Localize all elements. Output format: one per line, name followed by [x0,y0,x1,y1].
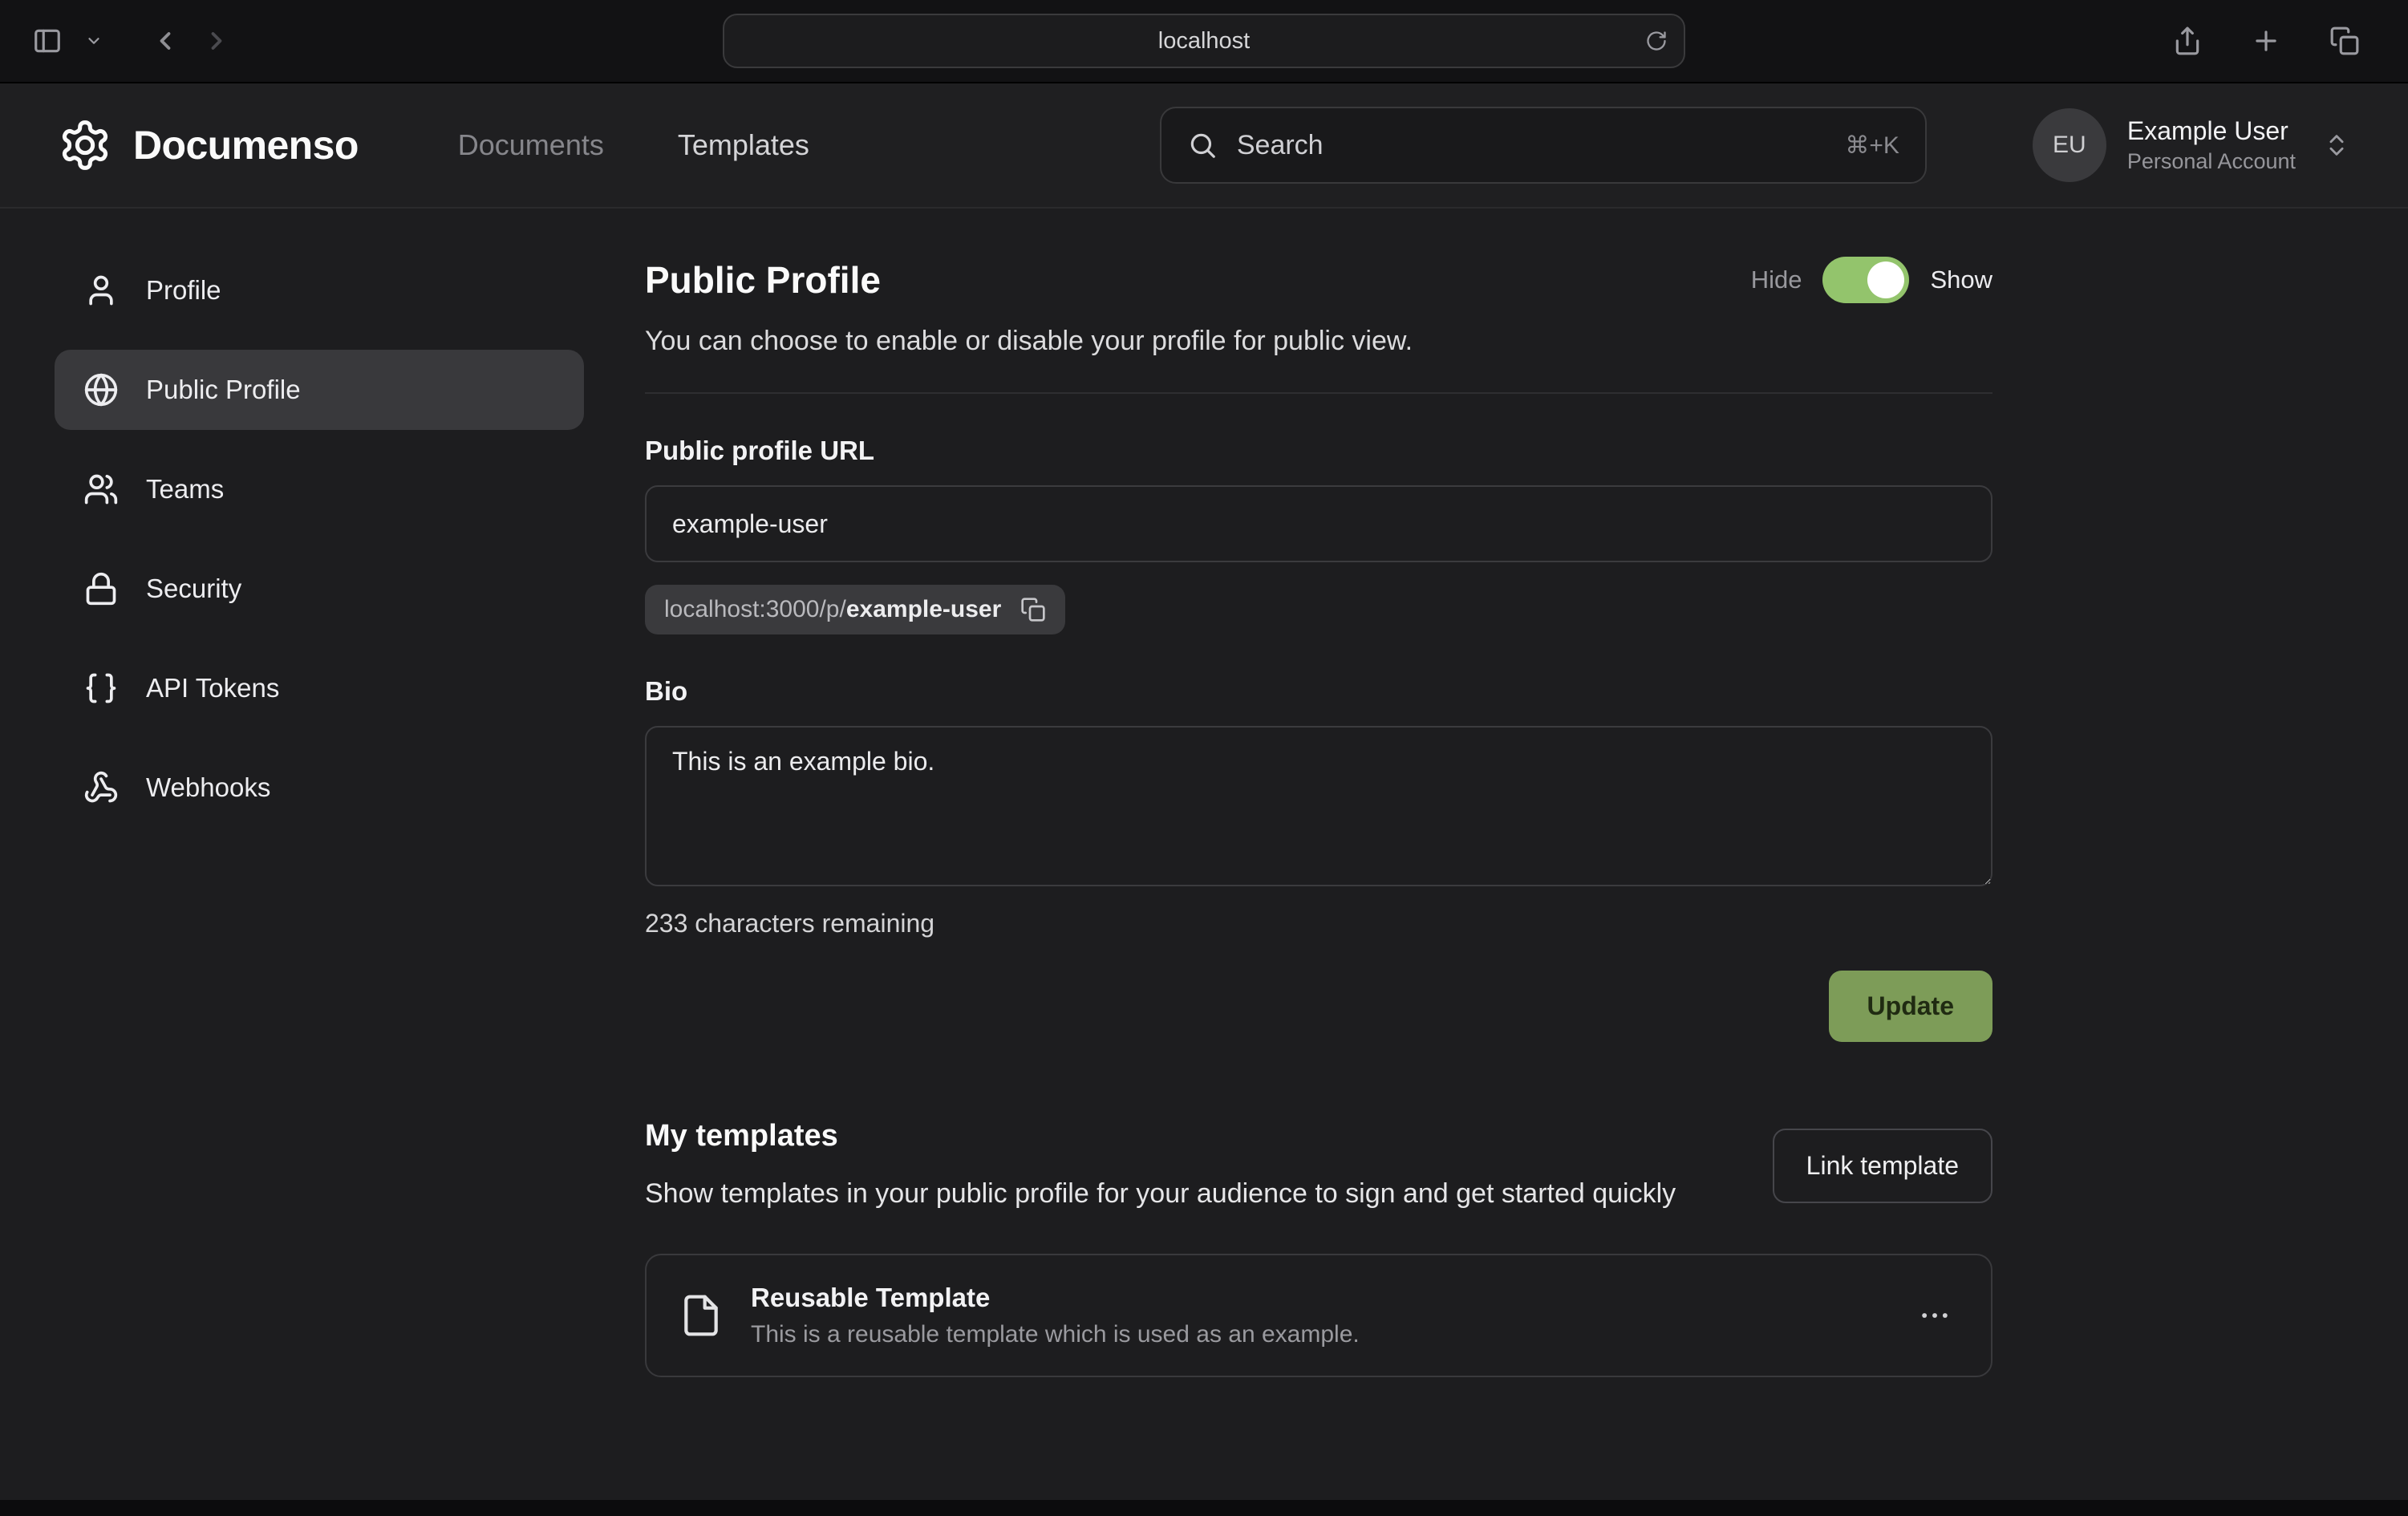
globe-icon [83,372,119,407]
divider [645,392,1992,394]
browser-address-bar[interactable]: localhost [723,14,1685,68]
sidebar-item-teams[interactable]: Teams [55,449,584,529]
sidebar-item-security[interactable]: Security [55,549,584,629]
brand[interactable]: Documenso [58,118,359,172]
sidebar-item-public-profile[interactable]: Public Profile [55,350,584,430]
browser-forward-icon[interactable] [196,20,237,62]
browser-back-icon[interactable] [144,20,186,62]
user-name: Example User [2127,115,2296,148]
bio-textarea[interactable]: This is an example bio. [645,726,1992,886]
public-url-pill: localhost:3000/p/example-user [645,585,1065,634]
window-bottom-edge [0,1500,2408,1516]
app-body: Profile Public Profile Teams Security AP… [0,209,2408,1377]
my-templates-title: My templates [645,1119,1676,1153]
sidebar-item-webhooks[interactable]: Webhooks [55,748,584,828]
template-card[interactable]: Reusable Template This is a reusable tem… [645,1254,1992,1377]
tab-overview-icon[interactable] [2323,19,2366,63]
characters-remaining: 233 characters remaining [645,909,1992,938]
search-placeholder: Search [1237,130,1324,161]
ellipsis-icon[interactable] [1911,1291,1959,1340]
brand-name: Documenso [133,122,359,168]
bio-label: Bio [645,676,1992,707]
settings-sidebar: Profile Public Profile Teams Security AP… [55,250,584,1377]
link-template-button[interactable]: Link template [1773,1129,1992,1203]
lock-icon [83,571,119,606]
copy-icon[interactable] [1020,597,1046,622]
user-menu[interactable]: EU Example User Personal Account [2033,108,2350,182]
toggle-show-label: Show [1930,266,1992,294]
toggle-knob [1867,261,1904,298]
search-input[interactable]: Search ⌘+K [1160,107,1927,184]
profile-url-input[interactable] [645,485,1992,562]
page-subtitle: You can choose to enable or disable your… [645,326,1992,357]
file-icon [679,1293,724,1338]
public-url-prefix: localhost:3000/p/ [664,596,846,622]
template-description: This is a reusable template which is use… [751,1321,1360,1348]
user-account-type: Personal Account [2127,148,2296,176]
browser-sidebar-toggle-icon[interactable] [26,19,69,63]
documenso-logo-icon [58,118,112,172]
new-tab-icon[interactable] [2244,19,2288,63]
sidebar-item-api-tokens[interactable]: API Tokens [55,648,584,728]
browser-url-text: localhost [1158,28,1250,55]
profile-visibility-toggle[interactable] [1822,257,1909,303]
braces-icon [83,671,119,706]
nav-templates[interactable]: Templates [678,128,809,162]
main-content: Public Profile Hide Show You can choose … [645,250,1992,1377]
chevrons-up-down-icon [2323,132,2350,159]
main-nav: Documents Templates [458,128,809,162]
update-button[interactable]: Update [1829,971,1992,1042]
search-icon [1187,130,1218,160]
users-icon [83,472,119,507]
share-icon[interactable] [2166,19,2209,63]
nav-documents[interactable]: Documents [458,128,604,162]
sidebar-item-profile[interactable]: Profile [55,250,584,330]
webhook-icon [83,770,119,805]
reload-icon[interactable] [1645,30,1668,52]
page-title: Public Profile [645,258,881,302]
public-url-slug: example-user [846,596,1001,622]
toggle-hide-label: Hide [1751,266,1802,294]
avatar: EU [2033,108,2106,182]
profile-url-label: Public profile URL [645,436,1992,466]
template-name: Reusable Template [751,1283,1360,1313]
app-header: Documenso Documents Templates Search ⌘+K… [0,83,2408,209]
browser-chrome: localhost [0,0,2408,83]
screen: localhost Documenso Documents Templates [0,0,2408,1516]
my-templates-description: Show templates in your public profile fo… [645,1173,1676,1215]
browser-sidebar-chevron-icon[interactable] [79,26,109,56]
search-shortcut: ⌘+K [1845,132,1899,160]
user-icon [83,273,119,308]
